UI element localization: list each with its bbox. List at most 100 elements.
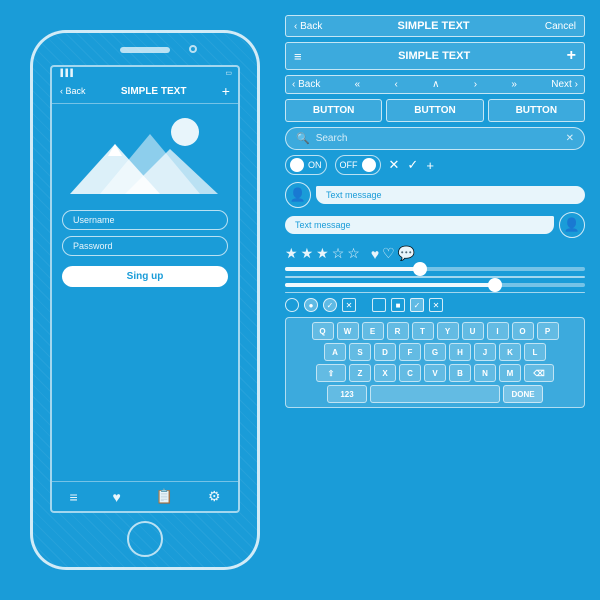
symbol-check: ✓: [407, 157, 418, 173]
divider-2: [285, 292, 585, 294]
pg-next[interactable]: Next ›: [551, 79, 578, 90]
pg-prev[interactable]: ‹: [395, 79, 398, 90]
search-bar[interactable]: 🔍 Search ✕: [285, 127, 585, 150]
slider-1[interactable]: [285, 267, 585, 271]
key-g[interactable]: G: [424, 343, 446, 361]
key-w[interactable]: W: [337, 322, 359, 340]
key-n[interactable]: N: [474, 364, 496, 382]
chat-area: 👤 Text message 👤 Text message: [285, 180, 585, 240]
nav1-cancel-button[interactable]: Cancel: [545, 21, 576, 32]
phone-form: Username Password Sing up: [52, 204, 238, 293]
cb-x[interactable]: ✕: [342, 298, 356, 312]
chat-msg-2: 👤 Text message: [285, 212, 585, 238]
cb-square-filled[interactable]: ■: [391, 298, 405, 312]
nav2-add-button[interactable]: +: [567, 47, 576, 65]
phone-image-area: [52, 104, 238, 204]
pg-back[interactable]: ‹ Back: [292, 79, 320, 90]
key-q[interactable]: Q: [312, 322, 334, 340]
heart-icon[interactable]: ♥: [112, 489, 120, 505]
nav-bar-1: ‹ Back SIMPLE TEXT Cancel: [285, 15, 585, 37]
nav1-back[interactable]: ‹ Back: [294, 21, 322, 32]
kb-row-2: A S D F G H J K L: [290, 343, 580, 361]
phone-mockup: ▐▐▐ ▭ ‹ Back SIMPLE TEXT +: [30, 30, 260, 570]
menu-icon[interactable]: ≡: [69, 489, 77, 505]
key-h[interactable]: H: [449, 343, 471, 361]
key-123[interactable]: 123: [327, 385, 367, 403]
home-button[interactable]: [127, 521, 163, 557]
pg-next-next[interactable]: »: [511, 79, 517, 90]
key-o[interactable]: O: [512, 322, 534, 340]
password-field[interactable]: Password: [62, 236, 228, 256]
button-2[interactable]: BUTTON: [386, 99, 483, 122]
button-1[interactable]: BUTTON: [285, 99, 382, 122]
nav2-menu-icon[interactable]: ≡: [294, 49, 302, 64]
key-z[interactable]: Z: [349, 364, 371, 382]
key-i[interactable]: I: [487, 322, 509, 340]
avatar-2: 👤: [559, 212, 585, 238]
username-field[interactable]: Username: [62, 210, 228, 230]
key-done[interactable]: DONE: [503, 385, 543, 403]
key-x[interactable]: X: [374, 364, 396, 382]
rating-row: ★ ★ ★ ☆ ☆ ♥ ♡ 💬: [285, 245, 585, 262]
key-shift[interactable]: ⇧: [316, 364, 346, 382]
key-f[interactable]: F: [399, 343, 421, 361]
key-p[interactable]: P: [537, 322, 559, 340]
key-m[interactable]: M: [499, 364, 521, 382]
chat-msg-1: 👤 Text message: [285, 182, 585, 208]
key-j[interactable]: J: [474, 343, 496, 361]
toggles-row: ON OFF ✕ ✓ +: [285, 155, 585, 175]
phone-add-button[interactable]: +: [222, 83, 230, 99]
heart-outline-icon[interactable]: ♡: [382, 245, 395, 262]
kb-row-3: ⇧ Z X C V B N M ⌫: [290, 364, 580, 382]
key-l[interactable]: L: [524, 343, 546, 361]
star-4[interactable]: ☆: [332, 245, 345, 262]
key-c[interactable]: C: [399, 364, 421, 382]
nav2-title: SIMPLE TEXT: [398, 50, 470, 62]
pg-down[interactable]: ›: [474, 79, 477, 90]
toggle-off-label: OFF: [340, 160, 358, 170]
avatar-1: 👤: [285, 182, 311, 208]
cb-empty[interactable]: [372, 298, 386, 312]
key-v[interactable]: V: [424, 364, 446, 382]
cb-x2[interactable]: ✕: [429, 298, 443, 312]
notes-icon[interactable]: 📋: [156, 488, 173, 505]
key-d[interactable]: D: [374, 343, 396, 361]
heart-filled-icon[interactable]: ♥: [371, 246, 379, 262]
nav1-title: SIMPLE TEXT: [398, 20, 470, 32]
chat-bubble-icon[interactable]: 💬: [398, 245, 415, 262]
slider-2[interactable]: [285, 283, 585, 287]
key-delete[interactable]: ⌫: [524, 364, 554, 382]
star-2[interactable]: ★: [301, 245, 314, 262]
pg-prev-prev[interactable]: «: [355, 79, 361, 90]
search-clear-button[interactable]: ✕: [566, 133, 574, 144]
toggle-off[interactable]: OFF: [335, 155, 381, 175]
phone-nav-bar: ‹ Back SIMPLE TEXT +: [52, 79, 238, 104]
star-5[interactable]: ☆: [347, 245, 360, 262]
button-3[interactable]: BUTTON: [488, 99, 585, 122]
kb-row-1: Q W E R T Y U I O P: [290, 322, 580, 340]
settings-icon[interactable]: ⚙: [208, 488, 221, 505]
key-b[interactable]: B: [449, 364, 471, 382]
phone-back-button[interactable]: ‹ Back: [60, 86, 86, 96]
cb-checked[interactable]: ✓: [410, 298, 424, 312]
key-u[interactable]: U: [462, 322, 484, 340]
key-space[interactable]: [370, 385, 500, 403]
radio-1[interactable]: [285, 298, 299, 312]
radio-2[interactable]: ●: [304, 298, 318, 312]
toggle-on[interactable]: ON: [285, 155, 327, 175]
checkboxes-row: ● ✓ ✕ ■ ✓ ✕: [285, 298, 585, 312]
search-placeholder: Search: [316, 133, 560, 144]
key-t[interactable]: T: [412, 322, 434, 340]
key-e[interactable]: E: [362, 322, 384, 340]
key-s[interactable]: S: [349, 343, 371, 361]
star-1[interactable]: ★: [285, 245, 298, 262]
radio-3-check[interactable]: ✓: [323, 298, 337, 312]
pg-up[interactable]: ∧: [432, 79, 439, 90]
key-k[interactable]: K: [499, 343, 521, 361]
star-3[interactable]: ★: [316, 245, 329, 262]
key-a[interactable]: A: [324, 343, 346, 361]
key-y[interactable]: Y: [437, 322, 459, 340]
toggle-off-knob: [362, 158, 376, 172]
signup-button[interactable]: Sing up: [62, 266, 228, 287]
key-r[interactable]: R: [387, 322, 409, 340]
